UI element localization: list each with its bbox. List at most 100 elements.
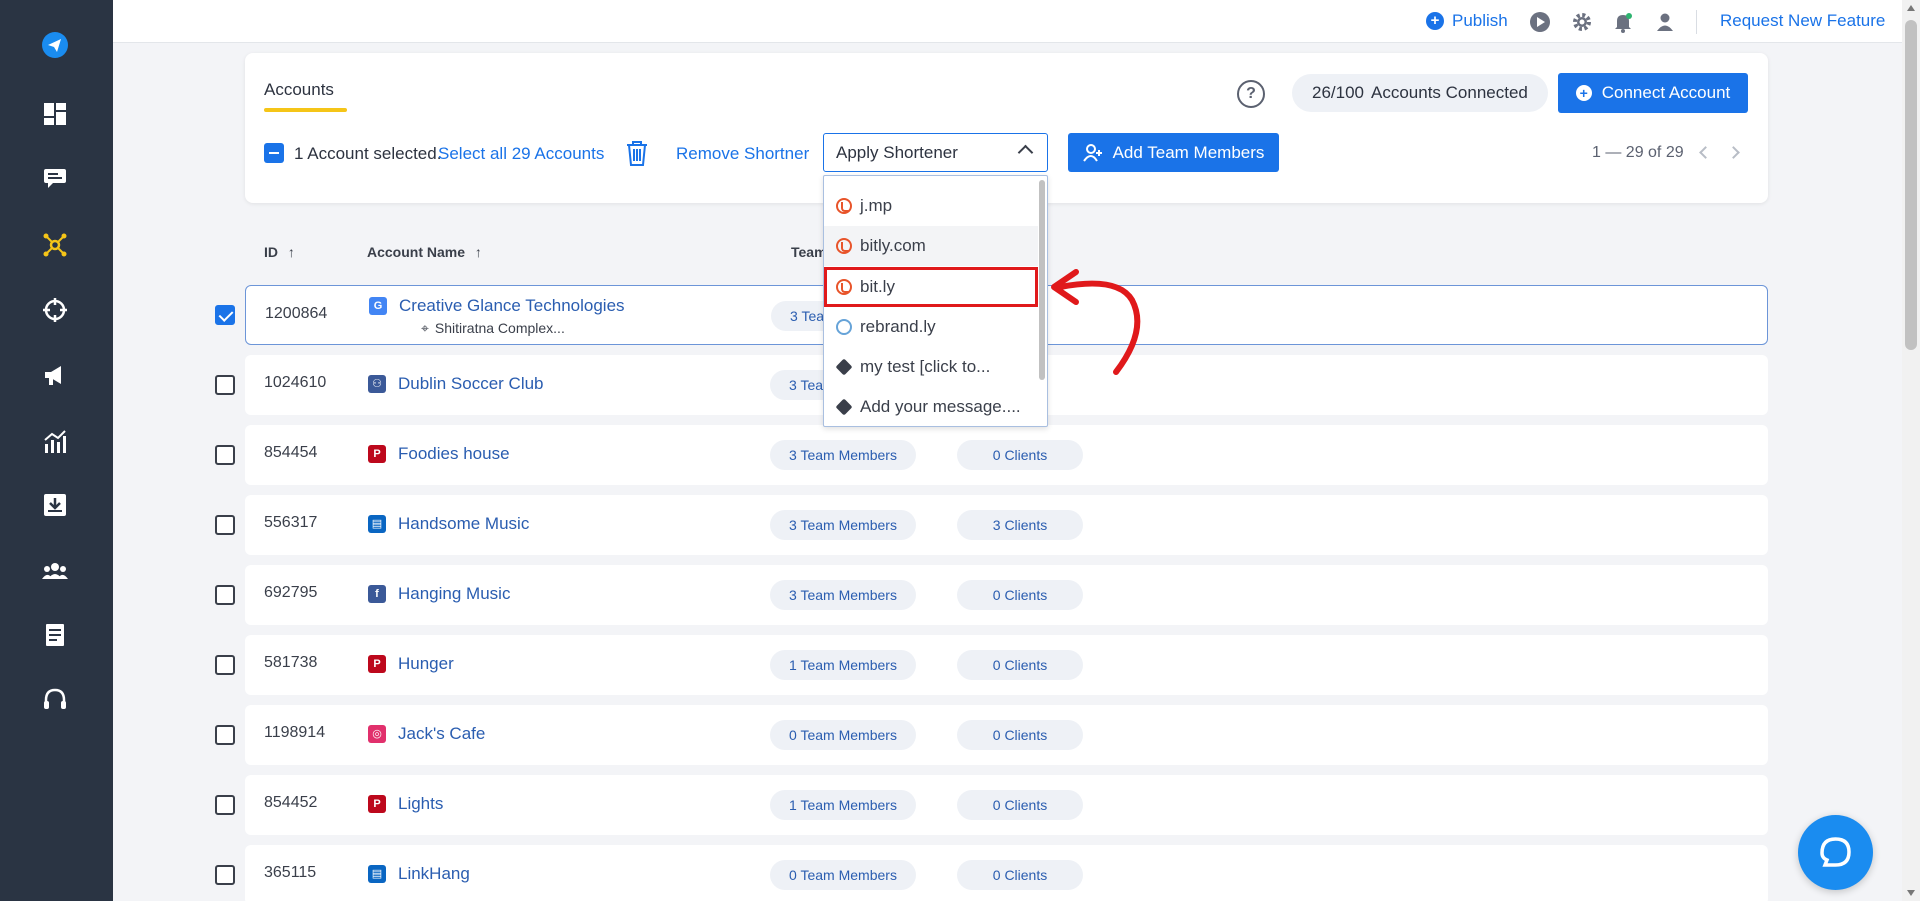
column-header-team[interactable]: Team <box>791 244 827 260</box>
headset-icon[interactable] <box>39 684 71 716</box>
clients-pill[interactable]: 0 Clients <box>957 580 1083 610</box>
account-name-link[interactable]: Hanging Music <box>398 584 510 604</box>
clients-pill[interactable]: 0 Clients <box>957 860 1083 890</box>
table-row[interactable]: 1198914 ◎ Jack's Cafe 0 Team Members 0 Clien… <box>245 705 1768 765</box>
table-row[interactable]: 365115 ▤ LinkHang 0 Team Members 0 Clients <box>245 845 1768 901</box>
row-checkbox[interactable] <box>215 515 235 535</box>
team-members-pill[interactable]: 3 Team Members <box>770 510 916 540</box>
scrollbar-thumb[interactable] <box>1905 20 1917 350</box>
account-name-link[interactable]: LinkHang <box>398 864 470 884</box>
clients-pill[interactable]: 0 Clients <box>957 440 1083 470</box>
scroll-up-icon[interactable] <box>1907 5 1915 11</box>
account-id: 365115 <box>264 864 317 881</box>
download-icon[interactable] <box>39 489 71 521</box>
table-row[interactable]: 692795 f Hanging Music 3 Team Members 0 Clie… <box>245 565 1768 625</box>
shortener-dropdown: j.mp bitly.com bit.ly rebrand.ly my test… <box>823 175 1048 427</box>
apply-shortener-label: Apply Shortener <box>836 143 958 162</box>
clients-pill[interactable]: 0 Clients <box>957 650 1083 680</box>
account-id: 1198914 <box>264 724 326 741</box>
tag-icon <box>835 398 853 416</box>
tag-icon <box>835 358 853 376</box>
notification-bell-icon[interactable] <box>1612 11 1634 33</box>
document-icon[interactable] <box>39 619 71 651</box>
apply-shortener-select[interactable]: Apply Shortener <box>823 133 1048 172</box>
dashboard-icon[interactable] <box>39 98 71 130</box>
scroll-down-icon[interactable] <box>1907 890 1915 896</box>
dropdown-option[interactable]: Add your message.... <box>824 387 1038 426</box>
chevron-left-icon[interactable] <box>1699 146 1712 159</box>
account-name-link[interactable]: Jack's Cafe <box>398 724 485 744</box>
trash-icon[interactable] <box>624 139 650 167</box>
page-scrollbar[interactable] <box>1902 0 1920 901</box>
column-header-id[interactable]: ID ↑ <box>264 244 295 260</box>
linkedin-page-icon: ▤ <box>368 865 386 883</box>
gear-icon[interactable] <box>1571 11 1593 33</box>
dropdown-option[interactable]: rebrand.ly <box>824 307 1038 347</box>
row-checkbox[interactable] <box>215 655 235 675</box>
team-members-pill[interactable]: 0 Team Members <box>770 720 916 750</box>
clients-pill[interactable]: 0 Clients <box>957 790 1083 820</box>
support-chat-button[interactable] <box>1798 815 1873 890</box>
play-icon[interactable] <box>1529 11 1551 33</box>
row-checkbox[interactable] <box>215 305 235 325</box>
paper-plane-icon[interactable] <box>39 29 71 61</box>
account-name-link[interactable]: Hunger <box>398 654 454 674</box>
column-header-account-name[interactable]: Account Name ↑ <box>367 244 482 260</box>
row-checkbox[interactable] <box>215 375 235 395</box>
network-icon[interactable] <box>39 229 71 261</box>
dropdown-option[interactable]: my test [click to... <box>824 347 1038 387</box>
table-row[interactable]: 556317 ▤ Handsome Music 3 Team Members 3 Cli… <box>245 495 1768 555</box>
tab-accounts[interactable]: Accounts <box>264 80 334 100</box>
table-row[interactable]: 854452 P Lights 1 Team Members 0 Clients <box>245 775 1768 835</box>
accounts-connected-count: 26/100 <box>1312 83 1364 102</box>
request-new-feature-link[interactable]: Request New Feature <box>1720 11 1885 31</box>
team-members-pill[interactable]: 3 Team Members <box>770 580 916 610</box>
row-checkbox[interactable] <box>215 865 235 885</box>
account-name-link[interactable]: Handsome Music <box>398 514 529 534</box>
publish-button[interactable]: + Publish <box>1426 11 1508 31</box>
dropdown-option[interactable]: j.mp <box>824 186 1038 226</box>
team-icon[interactable] <box>39 555 71 587</box>
analytics-icon[interactable] <box>39 426 71 458</box>
team-members-pill[interactable]: 3 Team Members <box>770 440 916 470</box>
row-checkbox[interactable] <box>215 795 235 815</box>
account-name-link[interactable]: Foodies house <box>398 444 510 464</box>
chevron-up-icon <box>1017 144 1034 161</box>
select-all-link[interactable]: Select all 29 Accounts <box>438 144 604 164</box>
crosshair-icon[interactable] <box>39 294 71 326</box>
account-id: 556317 <box>264 514 318 531</box>
pinterest-icon: P <box>368 795 386 813</box>
team-members-pill[interactable]: 1 Team Members <box>770 790 916 820</box>
add-team-members-button[interactable]: Add Team Members <box>1068 133 1279 172</box>
account-name-link[interactable]: Creative Glance Technologies <box>399 296 625 316</box>
user-icon[interactable] <box>1654 11 1676 33</box>
chat-icon[interactable] <box>39 162 71 194</box>
connect-account-button[interactable]: + Connect Account <box>1558 73 1748 113</box>
table-row[interactable]: 581738 P Hunger 1 Team Members 0 Clients <box>245 635 1768 695</box>
dropdown-option-bitly-highlighted[interactable]: bit.ly <box>824 267 1038 307</box>
rebrandly-icon <box>836 319 852 335</box>
linkedin-page-icon: ▤ <box>368 515 386 533</box>
megaphone-icon[interactable] <box>39 359 71 391</box>
account-name-link[interactable]: Lights <box>398 794 443 814</box>
row-checkbox[interactable] <box>215 585 235 605</box>
annotation-arrow-icon <box>1051 269 1141 375</box>
clients-pill[interactable]: 0 Clients <box>957 720 1083 750</box>
dropdown-option[interactable]: bitly.com <box>824 226 1038 266</box>
account-id: 1200864 <box>265 305 328 322</box>
row-checkbox[interactable] <box>215 725 235 745</box>
selected-count-text: 1 Account selected. <box>294 144 442 163</box>
team-members-pill[interactable]: 1 Team Members <box>770 650 916 680</box>
accounts-connected-label: Accounts Connected <box>1371 83 1528 102</box>
team-members-pill[interactable]: 0 Team Members <box>770 860 916 890</box>
account-name-link[interactable]: Dublin Soccer Club <box>398 374 544 394</box>
remove-shortner-link[interactable]: Remove Shortner <box>676 144 809 164</box>
select-partial-checkbox[interactable] <box>264 143 284 163</box>
table-row[interactable]: 854454 P Foodies house 3 Team Members 0 Clie… <box>245 425 1768 485</box>
facebook-icon: f <box>368 585 386 603</box>
clients-pill[interactable]: 3 Clients <box>957 510 1083 540</box>
publish-label: Publish <box>1452 11 1508 30</box>
chevron-right-icon[interactable] <box>1727 146 1740 159</box>
row-checkbox[interactable] <box>215 445 235 465</box>
help-icon[interactable]: ? <box>1237 80 1265 108</box>
